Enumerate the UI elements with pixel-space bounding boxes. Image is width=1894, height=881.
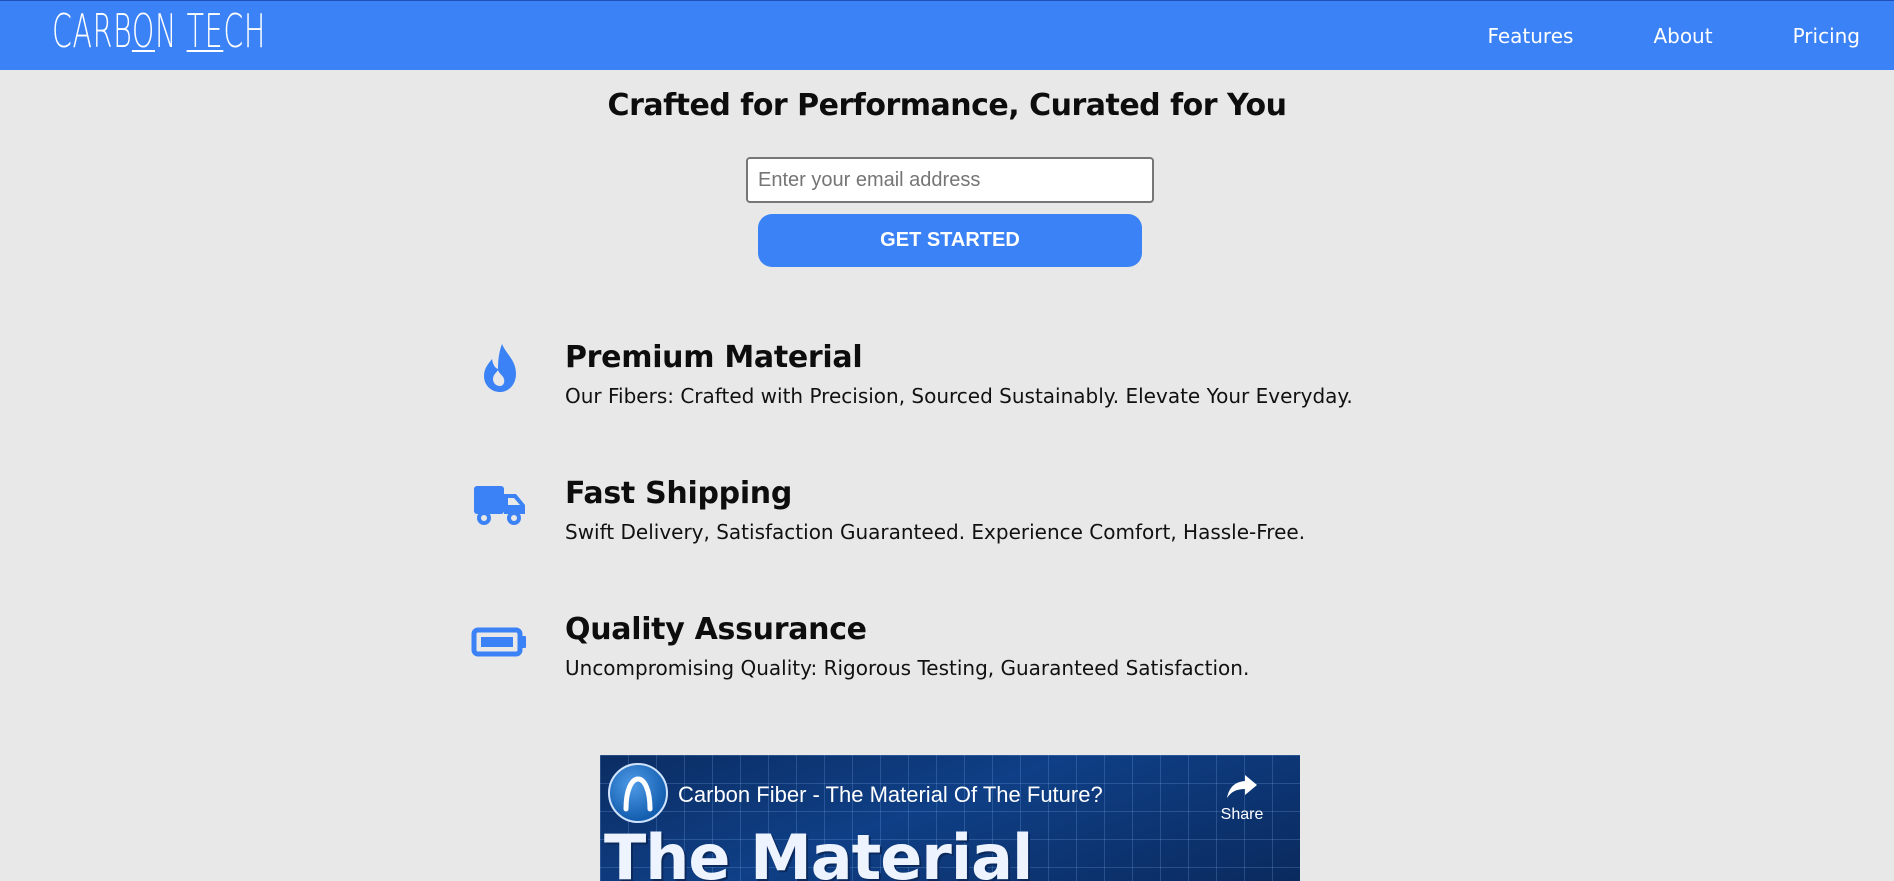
channel-avatar[interactable] xyxy=(608,763,668,823)
logo-text-1: CARB xyxy=(52,4,132,58)
video-embed[interactable]: Carbon Fiber - The Material Of The Futur… xyxy=(600,755,1300,881)
flame-icon xyxy=(484,344,516,392)
share-button[interactable]: Share xyxy=(1212,773,1272,824)
truck-icon xyxy=(474,486,525,525)
nav-link-features[interactable]: Features xyxy=(1487,24,1573,48)
top-navbar: CARBON TECH Features About Pricing xyxy=(0,0,1894,70)
logo-text-2: O xyxy=(131,4,155,58)
channel-logo-icon xyxy=(623,776,653,812)
feature-title: Quality Assurance xyxy=(565,612,867,647)
feature-title: Premium Material xyxy=(565,340,863,375)
page: CARBON TECH Features About Pricing Craft… xyxy=(0,0,1894,881)
video-thumbnail-text: The Material xyxy=(604,821,1033,881)
nav-link-about[interactable]: About xyxy=(1653,24,1712,48)
feature-fast-shipping: Fast Shipping Swift Delivery, Satisfacti… xyxy=(470,476,1370,556)
nav-link-pricing[interactable]: Pricing xyxy=(1793,24,1860,48)
feature-quality-assurance: Quality Assurance Uncompromising Quality… xyxy=(470,612,1370,692)
logo-text-5: CH xyxy=(223,4,266,58)
share-icon xyxy=(1227,775,1257,798)
logo-text-3: N xyxy=(154,4,187,58)
share-label: Share xyxy=(1220,806,1264,823)
feature-title: Fast Shipping xyxy=(565,476,793,511)
brand-logo[interactable]: CARBON TECH xyxy=(52,5,266,57)
email-input[interactable] xyxy=(746,157,1154,203)
hero-title: Crafted for Performance, Curated for You xyxy=(607,88,1287,123)
video-title[interactable]: Carbon Fiber - The Material Of The Futur… xyxy=(678,782,1103,808)
main-nav: Features About Pricing xyxy=(1487,1,1894,71)
logo-text-4: TE xyxy=(186,4,224,58)
feature-description: Swift Delivery, Satisfaction Guaranteed.… xyxy=(565,520,1306,544)
battery-icon xyxy=(471,627,526,657)
feature-premium-material: Premium Material Our Fibers: Crafted wit… xyxy=(470,340,1370,420)
feature-description: Our Fibers: Crafted with Precision, Sour… xyxy=(565,384,1353,408)
feature-description: Uncompromising Quality: Rigorous Testing… xyxy=(565,656,1250,680)
get-started-button[interactable]: GET STARTED xyxy=(758,214,1142,267)
